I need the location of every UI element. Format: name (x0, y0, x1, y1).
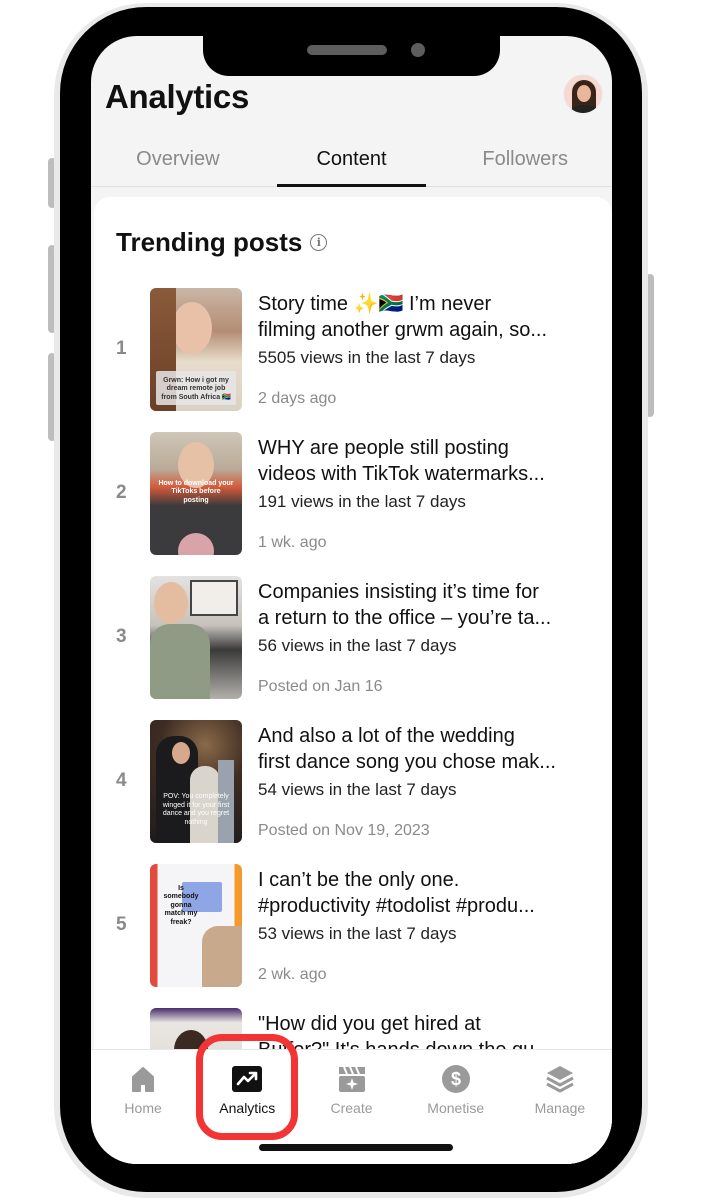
rank-number: 5 (116, 914, 127, 935)
post-title: And also a lot of the wedding first danc… (258, 725, 556, 773)
post-date: Posted on Nov 19, 2023 (258, 822, 430, 839)
post-title: Companies insisting it’s time for a retu… (258, 581, 552, 629)
post-date: 2 wk. ago (258, 966, 327, 983)
trending-posts-heading: Trending posts (116, 227, 303, 257)
post-thumbnail (150, 576, 242, 699)
post-views: 53 views in the last 7 days (258, 924, 457, 943)
notch (203, 30, 500, 76)
page-title: Analytics (105, 78, 250, 115)
thumbnail-caption: Grwn: How i got my dream remote job from… (161, 376, 231, 401)
rank-number: 1 (116, 338, 127, 359)
post-title: Story time ✨🇿🇦 I’m never filming another… (258, 293, 548, 341)
nav-label: Home (124, 1100, 162, 1116)
nav-manage[interactable]: Manage (508, 1050, 612, 1164)
nav-label: Create (330, 1100, 373, 1116)
post-thumbnail: POV: You completely winged it for your f… (150, 720, 242, 843)
svg-text:$: $ (451, 1069, 461, 1089)
post-date: 2 days ago (258, 390, 337, 407)
app-screen: Analytics Overview Content Followers Tre… (91, 36, 612, 1164)
thumbnail-caption: Is somebody gonna match my freak? (163, 885, 199, 926)
list-item[interactable]: 3 Companies insisting it’s time for a re… (94, 576, 612, 700)
home-icon (128, 1064, 158, 1094)
rank-number: 2 (116, 482, 127, 503)
post-thumbnail: Is somebody gonna match my freak? (150, 864, 242, 987)
monetise-icon: $ (441, 1064, 471, 1094)
tab-followers[interactable]: Followers (438, 136, 612, 186)
section-title: Trending posts i (116, 227, 328, 258)
nav-home[interactable]: Home (91, 1050, 195, 1164)
analytics-icon (232, 1064, 263, 1094)
nav-label: Manage (534, 1100, 586, 1116)
tab-overview[interactable]: Overview (91, 136, 265, 186)
post-views: 56 views in the last 7 days (258, 636, 457, 655)
tab-bar: Overview Content Followers (91, 136, 612, 187)
post-date: Posted on Jan 16 (258, 678, 383, 695)
post-title: WHY are people still posting videos with… (258, 437, 545, 485)
info-icon[interactable]: i (310, 234, 328, 251)
post-views: 54 views in the last 7 days (258, 780, 457, 799)
manage-icon (545, 1064, 575, 1094)
trending-posts-card: Trending posts i 1 Grwn: How i got my dr… (94, 197, 612, 1164)
rank-number: 4 (116, 770, 127, 791)
tab-content[interactable]: Content (265, 136, 439, 187)
create-icon (337, 1064, 367, 1094)
list-item[interactable]: 2 How to download your TikToks before po… (94, 432, 612, 556)
thumbnail-caption: How to download your TikToks before post… (158, 479, 234, 504)
post-views: 191 views in the last 7 days (258, 492, 466, 511)
front-camera (411, 43, 425, 57)
list-item[interactable]: 4 POV: You completely winged it for your… (94, 720, 612, 844)
thumbnail-caption: POV: You completely winged it for your f… (162, 793, 230, 826)
post-date: 1 wk. ago (258, 534, 327, 551)
avatar[interactable] (563, 74, 603, 114)
speaker (307, 45, 387, 55)
post-title: I can’t be the only one. #productivity #… (258, 869, 535, 917)
home-indicator[interactable] (259, 1144, 453, 1151)
post-views: 5505 views in the last 7 days (258, 348, 476, 367)
post-thumbnail: How to download your TikToks before post… (150, 432, 242, 555)
list-item[interactable]: 1 Grwn: How i got my dream remote job fr… (94, 288, 612, 412)
list-item[interactable]: 5 Is somebody gonna match my freak? I ca… (94, 864, 612, 988)
nav-label: Analytics (219, 1100, 276, 1116)
rank-number: 3 (116, 626, 127, 647)
nav-label: Monetise (427, 1100, 485, 1116)
post-thumbnail: Grwn: How i got my dream remote job from… (150, 288, 242, 411)
